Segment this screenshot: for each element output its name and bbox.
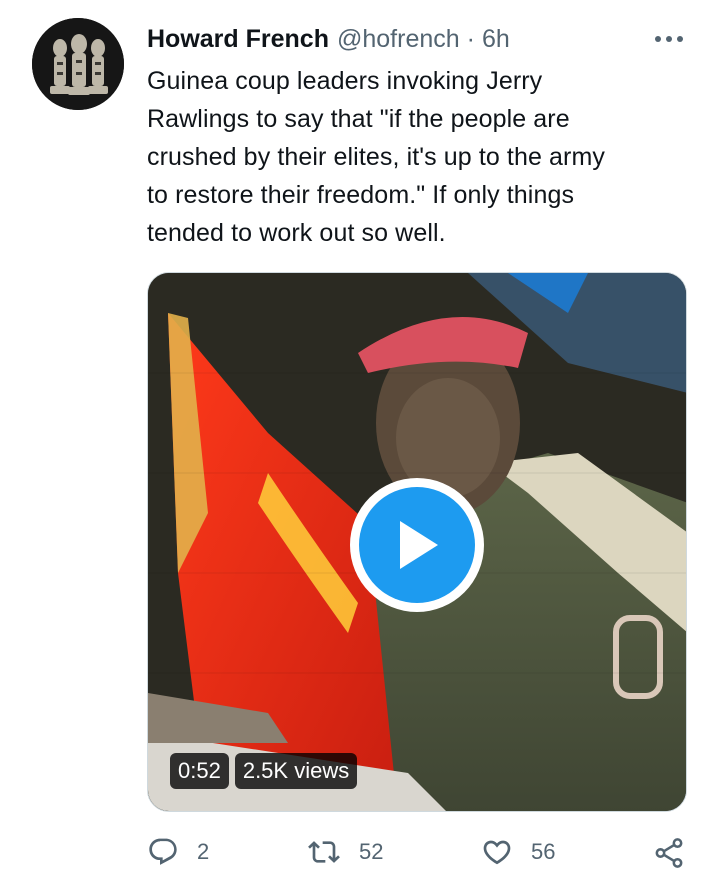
more-dots-icon <box>655 36 683 42</box>
share-icon <box>655 838 683 868</box>
play-icon <box>400 521 438 569</box>
tweet-actions: 2 52 56 <box>147 836 692 869</box>
separator-dot: · <box>466 24 475 53</box>
display-name[interactable]: Howard French <box>147 25 329 54</box>
retweet-button[interactable]: 52 <box>307 836 383 868</box>
heart-icon <box>483 840 511 865</box>
reply-count: 2 <box>197 839 210 864</box>
reply-icon <box>149 838 177 865</box>
reply-button[interactable]: 2 <box>147 836 209 868</box>
retweet-icon <box>308 841 340 863</box>
timestamp[interactable]: 6h <box>482 25 510 54</box>
play-button-circle <box>359 487 475 603</box>
retweet-count: 52 <box>359 839 384 864</box>
tweet-header: Howard French @hofrench · 6h <box>147 22 510 56</box>
video-views: 2.5K views <box>234 753 358 789</box>
tweet[interactable]: Howard French @hofrench · 6h Guinea coup… <box>0 0 720 869</box>
user-handle[interactable]: @hofrench <box>337 25 460 54</box>
more-options-button[interactable] <box>652 26 686 52</box>
video-badges: 0:52 2.5K views <box>170 753 358 789</box>
video-duration: 0:52 <box>170 753 229 789</box>
avatar[interactable] <box>32 18 124 110</box>
avatar-image <box>32 18 124 110</box>
video-player[interactable]: 0:52 2.5K views <box>147 272 687 812</box>
like-button[interactable]: 56 <box>481 836 555 868</box>
share-button[interactable] <box>652 836 686 869</box>
play-button[interactable] <box>350 478 484 612</box>
tweet-text: Guinea coup leaders invoking Jerry Rawli… <box>147 67 605 247</box>
like-count: 56 <box>531 839 556 864</box>
